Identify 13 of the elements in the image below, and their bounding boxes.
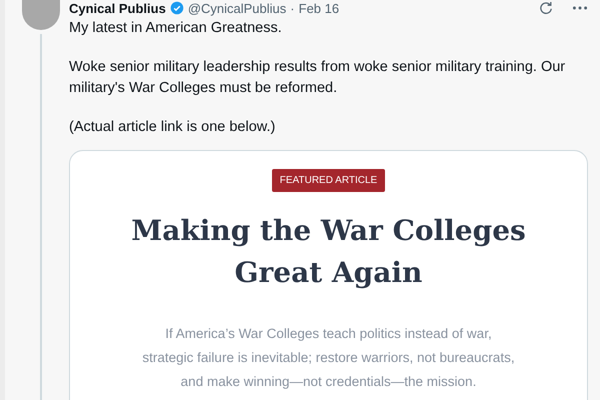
- post-date[interactable]: Feb 16: [298, 0, 340, 16]
- refresh-icon[interactable]: [538, 0, 554, 16]
- post-text: Woke senior military leadership results from woke senior military training. Our military's War Colleges must be reformed.: [69, 58, 566, 98]
- more-options-icon[interactable]: [572, 5, 588, 11]
- user-handle[interactable]: @CynicalPublius: [188, 0, 286, 16]
- post-text: (Actual article link is one below.): [69, 118, 276, 137]
- post-text: My latest in American Greatness.: [69, 19, 283, 38]
- display-name[interactable]: Cynical Publius: [69, 0, 166, 16]
- article-card[interactable]: [69, 150, 588, 400]
- separator-dot: ·: [290, 0, 295, 16]
- featured-label: FEATURED ARTICLE: [272, 169, 386, 192]
- article-title: Making the War Colleges Great Again: [130, 213, 527, 291]
- article-summary: If America’s War Colleges teach politics instead of war, strategic failure is inevitable; restore warriors, not bureaucrats, and make winning—not credentials—the mission.: [141, 325, 516, 391]
